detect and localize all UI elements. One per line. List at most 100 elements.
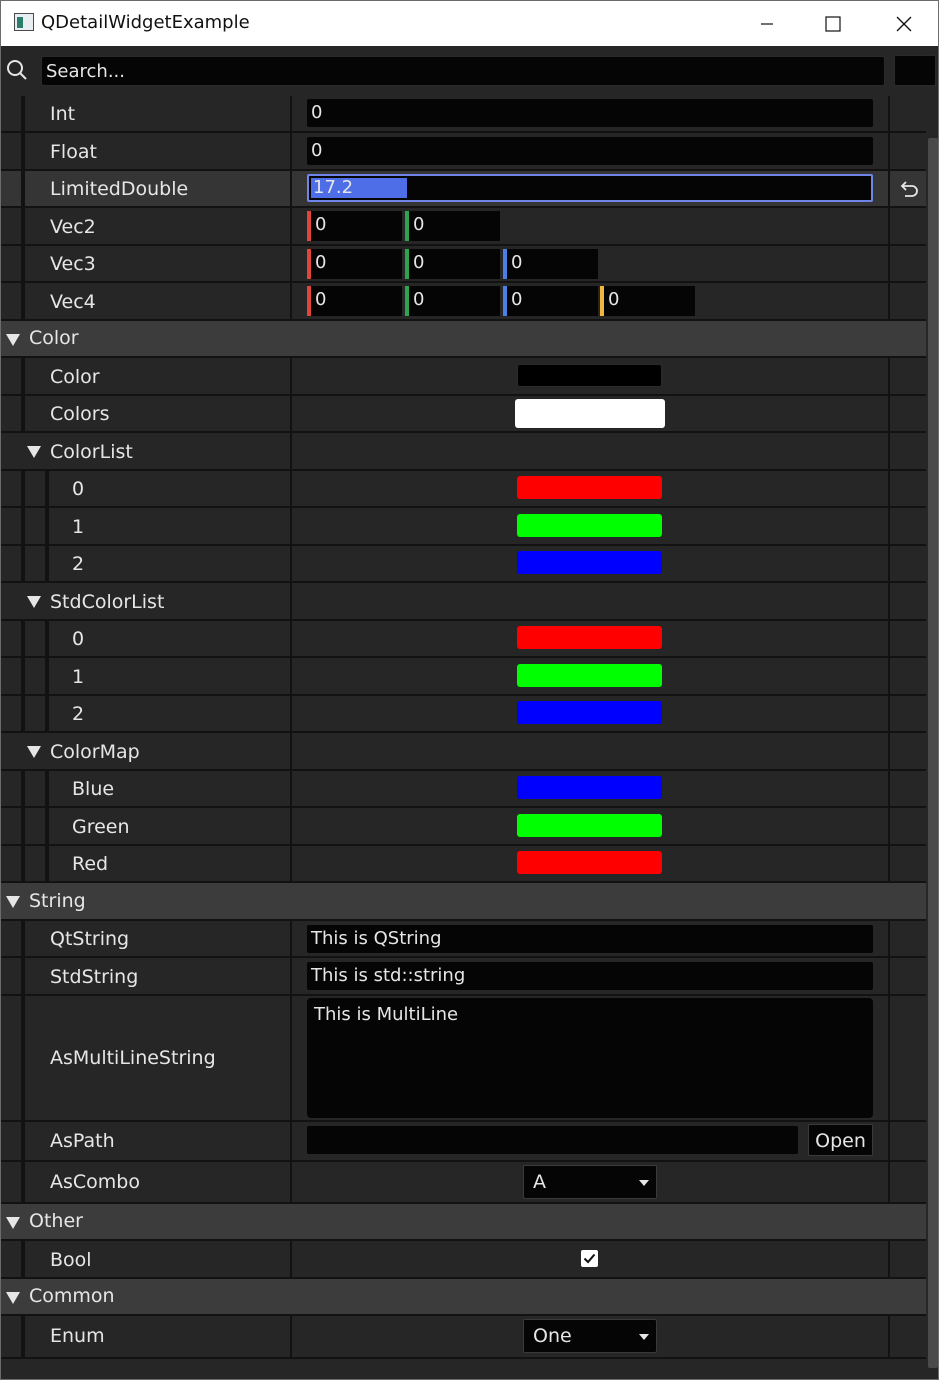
row-label: Float bbox=[50, 141, 97, 163]
app-window: QDetailWidgetExample Int 0 Float 0 bbox=[0, 0, 939, 1380]
row-aspath: AsPath Open bbox=[1, 1122, 926, 1162]
row-stdcolorlist: StdColorList bbox=[1, 583, 926, 621]
indent-guide bbox=[45, 546, 49, 581]
scrollbar-thumb[interactable] bbox=[928, 138, 938, 1368]
limited-double-input[interactable]: 17.2 bbox=[307, 174, 873, 202]
bool-checkbox[interactable] bbox=[581, 1250, 598, 1267]
column-divider bbox=[888, 696, 890, 731]
row-stdcolorlist-1: 1 bbox=[1, 658, 926, 696]
row-ascombo: AsCombo A bbox=[1, 1162, 926, 1204]
close-button[interactable] bbox=[868, 1, 938, 46]
indent-guide bbox=[21, 283, 25, 319]
column-divider bbox=[888, 358, 890, 394]
row-label: StdString bbox=[50, 966, 139, 988]
row-colormap-blue: Blue bbox=[1, 771, 926, 808]
vec4-w-value: 0 bbox=[608, 289, 620, 310]
color-swatch-button[interactable] bbox=[517, 814, 662, 837]
group-string[interactable]: String bbox=[1, 883, 926, 921]
maximize-button[interactable] bbox=[797, 1, 869, 46]
color-swatch-button[interactable] bbox=[517, 514, 662, 537]
stdstring-input[interactable]: This is std::string bbox=[307, 962, 873, 990]
multiline-textarea[interactable]: This is MultiLine bbox=[307, 998, 873, 1118]
vertical-scrollbar[interactable] bbox=[926, 96, 938, 1379]
column-divider bbox=[888, 1241, 890, 1277]
expand-triangle-icon[interactable] bbox=[27, 596, 41, 608]
color-swatch-button[interactable] bbox=[517, 851, 662, 874]
search-input[interactable] bbox=[41, 56, 885, 86]
column-divider bbox=[290, 133, 292, 169]
column-divider bbox=[290, 921, 292, 956]
row-label: Colors bbox=[50, 403, 110, 425]
app-icon bbox=[14, 13, 34, 31]
title-bar: QDetailWidgetExample bbox=[1, 1, 938, 46]
row-label: Color bbox=[50, 366, 100, 388]
column-divider bbox=[290, 583, 292, 619]
column-divider bbox=[290, 471, 292, 506]
column-divider bbox=[888, 171, 890, 206]
indent-guide bbox=[21, 1241, 25, 1277]
float-input[interactable]: 0 bbox=[307, 137, 873, 165]
row-label: 0 bbox=[72, 478, 85, 500]
reset-icon[interactable] bbox=[897, 177, 921, 201]
expand-triangle-icon[interactable] bbox=[6, 896, 20, 908]
group-other[interactable]: Other bbox=[1, 1204, 926, 1241]
column-divider bbox=[888, 246, 890, 281]
group-common[interactable]: Common bbox=[1, 1279, 926, 1316]
row-stdcolorlist-0: 0 bbox=[1, 621, 926, 658]
color-swatch-button[interactable] bbox=[517, 776, 662, 799]
expand-triangle-icon[interactable] bbox=[27, 746, 41, 758]
vec3-z-input[interactable]: 0 bbox=[503, 249, 598, 279]
axis-y-marker bbox=[405, 249, 409, 279]
color-swatch-button[interactable] bbox=[517, 364, 662, 387]
axis-z-marker bbox=[503, 249, 507, 279]
expand-triangle-icon[interactable] bbox=[27, 446, 41, 458]
vec4-z-input[interactable]: 0 bbox=[503, 286, 598, 316]
int-input[interactable]: 0 bbox=[307, 99, 873, 127]
column-divider bbox=[290, 1316, 292, 1357]
enum-select[interactable]: One bbox=[523, 1319, 657, 1353]
column-divider bbox=[888, 208, 890, 244]
row-stdstring: StdString This is std::string bbox=[1, 958, 926, 996]
vec2-x-input[interactable]: 0 bbox=[307, 211, 402, 241]
qtstring-input[interactable]: This is QString bbox=[307, 925, 873, 953]
axis-y-marker bbox=[405, 286, 409, 316]
axis-x-marker bbox=[307, 249, 311, 279]
group-color[interactable]: Color bbox=[1, 321, 926, 358]
color-swatch-button[interactable] bbox=[517, 701, 662, 724]
open-path-button[interactable]: Open bbox=[808, 1124, 873, 1156]
column-divider bbox=[290, 96, 292, 131]
indent-guide bbox=[45, 771, 49, 806]
vec2-y-input[interactable]: 0 bbox=[405, 211, 500, 241]
row-label: 0 bbox=[72, 628, 85, 650]
search-options-button[interactable] bbox=[894, 55, 936, 86]
color-swatch-button[interactable] bbox=[517, 664, 662, 687]
expand-triangle-icon[interactable] bbox=[6, 334, 20, 346]
vec4-x-input[interactable]: 0 bbox=[307, 286, 402, 316]
row-stdcolorlist-2: 2 bbox=[1, 696, 926, 733]
column-divider bbox=[290, 433, 292, 469]
expand-triangle-icon[interactable] bbox=[6, 1217, 20, 1229]
row-label: StdColorList bbox=[50, 591, 165, 613]
vec2-y-value: 0 bbox=[413, 214, 425, 235]
expand-triangle-icon[interactable] bbox=[6, 1292, 20, 1304]
minimize-button[interactable] bbox=[731, 1, 803, 46]
group-label: Other bbox=[29, 1210, 83, 1232]
ascombo-select[interactable]: A bbox=[523, 1165, 657, 1199]
color-swatch-button[interactable] bbox=[517, 551, 662, 574]
row-label: ColorMap bbox=[50, 741, 140, 763]
column-divider bbox=[888, 433, 890, 469]
vec4-w-input[interactable]: 0 bbox=[600, 286, 695, 316]
path-input[interactable] bbox=[307, 1126, 798, 1154]
indent-guide bbox=[21, 171, 25, 206]
vec3-y-value: 0 bbox=[413, 252, 425, 273]
color-swatch-button[interactable] bbox=[517, 626, 662, 649]
colors-swatch-button[interactable] bbox=[515, 399, 665, 428]
color-swatch-button[interactable] bbox=[517, 476, 662, 499]
column-divider bbox=[888, 771, 890, 806]
column-divider bbox=[888, 1162, 890, 1202]
vec4-y-input[interactable]: 0 bbox=[405, 286, 500, 316]
vec3-x-input[interactable]: 0 bbox=[307, 249, 402, 279]
row-enum: Enum One bbox=[1, 1316, 926, 1359]
indent-guide bbox=[45, 471, 49, 506]
vec3-y-input[interactable]: 0 bbox=[405, 249, 500, 279]
